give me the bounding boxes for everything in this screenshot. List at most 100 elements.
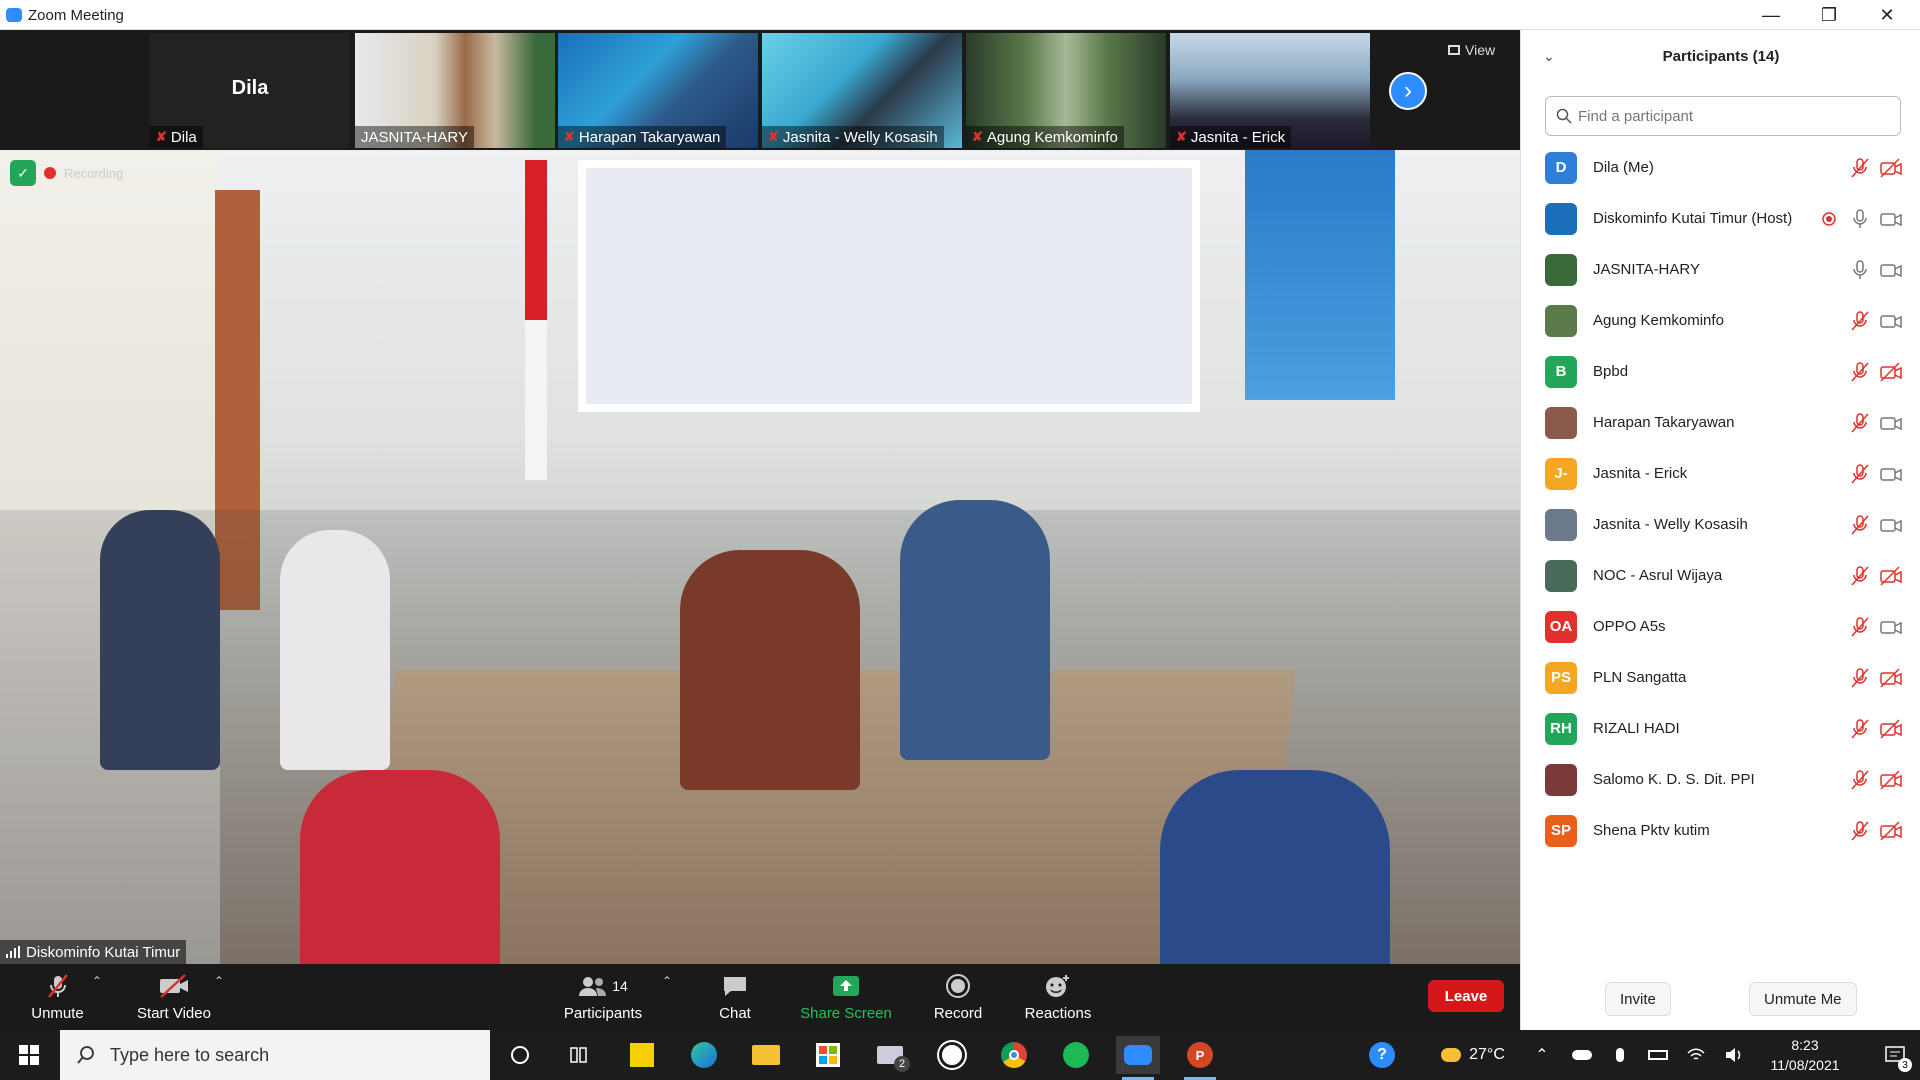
thumbnail-dila[interactable]: Dila ✘ Dila: [150, 33, 350, 148]
cortana-icon[interactable]: [498, 1036, 542, 1074]
video-icon: [1879, 208, 1903, 230]
video-off-icon: [157, 973, 191, 999]
muted-mic-icon: [45, 973, 71, 999]
participant-row[interactable]: OA OPPO A5s: [1521, 601, 1920, 652]
participant-row[interactable]: JASNITA-HARY: [1521, 244, 1920, 295]
participant-row[interactable]: Diskominfo Kutai Timur (Host): [1521, 193, 1920, 244]
participant-row[interactable]: J- Jasnita - Erick: [1521, 448, 1920, 499]
muted-mic-icon: [1849, 667, 1871, 689]
thumbnail-jasnita-hary[interactable]: JASNITA-HARY: [355, 33, 555, 148]
record-button[interactable]: Record: [928, 964, 988, 1030]
thumbnail-erick[interactable]: ✘ Jasnita - Erick: [1170, 33, 1370, 148]
next-page-arrow[interactable]: ›: [1389, 72, 1427, 110]
edge-icon[interactable]: [682, 1036, 726, 1074]
participant-name: RIZALI HADI: [1593, 720, 1680, 737]
participant-row[interactable]: B Bpbd: [1521, 346, 1920, 397]
participant-row[interactable]: Agung Kemkominfo: [1521, 295, 1920, 346]
chevron-up-icon[interactable]: ⌃: [1528, 1030, 1556, 1080]
chat-button[interactable]: Chat: [708, 964, 762, 1030]
sticky-notes-icon[interactable]: [620, 1036, 664, 1074]
mail-badge: 2: [894, 1056, 910, 1072]
recording-dot-icon: [44, 167, 56, 179]
task-view-icon[interactable]: [558, 1036, 602, 1074]
notification-icon[interactable]: 3: [1870, 1030, 1920, 1080]
participant-name: Jasnita - Welly Kosasih: [1593, 516, 1748, 533]
github-icon[interactable]: [930, 1036, 974, 1074]
unmute-me-button[interactable]: Unmute Me: [1749, 982, 1857, 1016]
participant-row[interactable]: RH RIZALI HADI: [1521, 703, 1920, 754]
window-title: Zoom Meeting: [28, 7, 124, 24]
taskbar-search[interactable]: Type here to search: [60, 1030, 490, 1080]
thumbnail-harapan[interactable]: ✘ Harapan Takaryawan: [558, 33, 758, 148]
minimize-icon[interactable]: —: [1742, 0, 1800, 30]
participants-button[interactable]: 14 Participants: [560, 964, 646, 1030]
participant-row[interactable]: NOC - Asrul Wijaya: [1521, 550, 1920, 601]
onedrive-icon[interactable]: [1566, 1030, 1598, 1080]
participant-row[interactable]: SP Shena Pktv kutim: [1521, 805, 1920, 856]
participant-row[interactable]: Salomo K. D. S. Dit. PPI: [1521, 754, 1920, 805]
muted-mic-icon: ✘: [564, 129, 575, 144]
battery-icon[interactable]: [1642, 1030, 1674, 1080]
thumbnail-strip: Dila ✘ Dila JASNITA-HARY ✘ Harapan Takarya…: [0, 30, 1520, 150]
video-icon: [1879, 463, 1903, 485]
participant-row[interactable]: Jasnita - Welly Kosasih: [1521, 499, 1920, 550]
view-button[interactable]: View: [1448, 42, 1495, 58]
store-icon[interactable]: [806, 1036, 850, 1074]
taskbar-clock[interactable]: 8:23 11/08/2021: [1760, 1035, 1850, 1075]
video-icon: [1879, 310, 1903, 332]
muted-mic-icon: ✘: [972, 129, 983, 144]
spotify-icon[interactable]: [1054, 1036, 1098, 1074]
zoom-app-icon: [6, 8, 22, 22]
person-figure: [680, 550, 860, 790]
participant-row[interactable]: Harapan Takaryawan: [1521, 397, 1920, 448]
audio-options-caret[interactable]: ⌃: [92, 974, 102, 988]
participant-row[interactable]: PS PLN Sangatta: [1521, 652, 1920, 703]
wifi-icon[interactable]: [1680, 1030, 1712, 1080]
thumbnail-welly[interactable]: ✘ Jasnita - Welly Kosasih: [762, 33, 962, 148]
muted-mic-icon: ✘: [1176, 129, 1187, 144]
invite-button[interactable]: Invite: [1605, 982, 1671, 1016]
person-figure: [100, 510, 220, 770]
volume-icon[interactable]: [1718, 1030, 1750, 1080]
participant-search[interactable]: [1545, 96, 1901, 136]
avatar: [1545, 559, 1577, 592]
mic-icon: [1849, 259, 1871, 281]
muted-mic-icon: ✘: [156, 129, 167, 144]
unmute-button[interactable]: Unmute: [20, 964, 95, 1030]
muted-mic-icon: [1849, 820, 1871, 842]
participant-row[interactable]: D Dila (Me): [1521, 142, 1920, 193]
thumbnail-agung[interactable]: ✘ Agung Kemkominfo: [966, 33, 1166, 148]
windows-taskbar: Type here to search 2 P ? 27°C ⌃ 8:23 11…: [0, 1030, 1920, 1080]
weather-widget[interactable]: 27°C: [1428, 1030, 1518, 1080]
thumbnail-label: JASNITA-HARY: [355, 126, 474, 148]
zoom-taskbar-icon[interactable]: [1116, 1036, 1160, 1080]
powerpoint-icon[interactable]: P: [1178, 1036, 1222, 1080]
muted-mic-icon: [1849, 514, 1871, 536]
search-input[interactable]: [1578, 107, 1878, 125]
thumbnail-big-name: Dila: [231, 77, 269, 99]
participants-icon: 14: [578, 973, 628, 999]
file-explorer-icon[interactable]: [744, 1036, 788, 1074]
video-options-caret[interactable]: ⌃: [214, 974, 224, 988]
video-icon: [1879, 259, 1903, 281]
microphone-icon[interactable]: [1606, 1030, 1634, 1080]
search-icon: [77, 1046, 94, 1064]
close-icon[interactable]: ✕: [1858, 0, 1916, 30]
avatar: RH: [1545, 712, 1577, 745]
video-off-icon: [1879, 565, 1903, 587]
avatar: SP: [1545, 814, 1577, 847]
restore-icon[interactable]: ❐: [1800, 0, 1858, 30]
mail-icon[interactable]: 2: [868, 1036, 912, 1074]
share-screen-button[interactable]: Share Screen: [796, 964, 896, 1030]
participant-name: Agung Kemkominfo: [1593, 312, 1724, 329]
leave-button[interactable]: Leave: [1428, 980, 1504, 1012]
person-figure: [900, 500, 1050, 760]
participants-options-caret[interactable]: ⌃: [662, 974, 672, 988]
help-icon[interactable]: ?: [1360, 1030, 1404, 1080]
start-button[interactable]: [0, 1030, 58, 1080]
participant-name: Dila (Me): [1593, 159, 1654, 176]
projection-screen: [578, 160, 1200, 412]
reactions-button[interactable]: Reactions: [1016, 964, 1100, 1030]
chrome-icon[interactable]: [992, 1036, 1036, 1074]
start-video-button[interactable]: Start Video: [132, 964, 216, 1030]
